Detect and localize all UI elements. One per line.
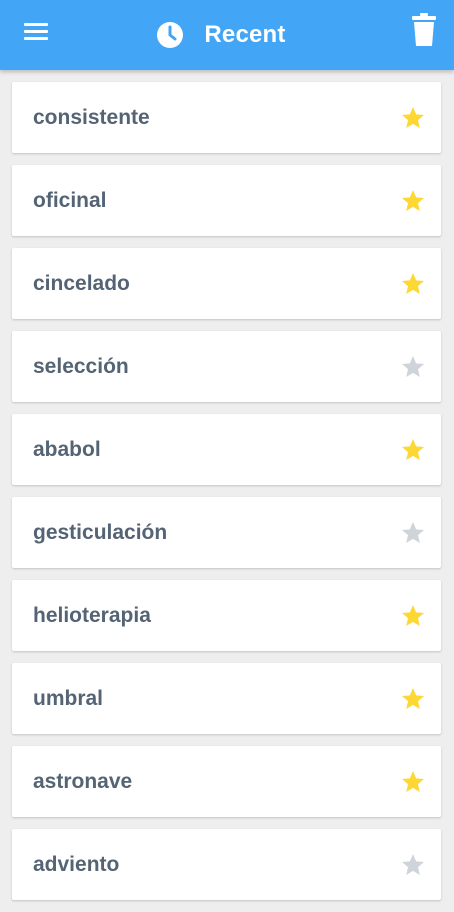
clock-icon <box>156 21 184 49</box>
list-item[interactable]: astronave <box>12 746 441 817</box>
list-item[interactable]: cincelado <box>12 248 441 319</box>
list-item[interactable]: ababol <box>12 414 441 485</box>
word-label: ababol <box>33 437 101 461</box>
star-empty-icon[interactable] <box>399 519 427 547</box>
app-bar: Recent <box>0 0 454 70</box>
word-label: consistente <box>33 105 150 129</box>
word-label: gesticulación <box>33 520 168 544</box>
word-label: umbral <box>33 686 104 710</box>
word-label: oficinal <box>33 188 107 212</box>
star-empty-icon[interactable] <box>399 353 427 381</box>
page-title: Recent <box>204 21 286 48</box>
hamburger-icon <box>23 21 49 46</box>
list-item[interactable]: gesticulación <box>12 497 441 568</box>
star-filled-icon[interactable] <box>399 768 427 796</box>
star-filled-icon[interactable] <box>399 187 427 215</box>
title-area: Recent <box>0 0 454 70</box>
word-label: adviento <box>33 852 120 876</box>
star-filled-icon[interactable] <box>399 436 427 464</box>
star-filled-icon[interactable] <box>399 104 427 132</box>
star-empty-icon[interactable] <box>399 851 427 879</box>
list-item[interactable]: adviento <box>12 829 441 900</box>
recent-words-list: consistente oficinal cincelado selección <box>12 82 441 912</box>
list-item[interactable]: umbral <box>12 663 441 734</box>
menu-button[interactable] <box>14 14 58 52</box>
star-filled-icon[interactable] <box>399 602 427 630</box>
list-item[interactable]: oficinal <box>12 165 441 236</box>
trash-icon <box>411 12 437 52</box>
list-item[interactable]: helioterapia <box>12 580 441 651</box>
word-label: helioterapia <box>33 603 151 627</box>
word-label: astronave <box>33 769 133 793</box>
star-filled-icon[interactable] <box>399 685 427 713</box>
list-item[interactable]: consistente <box>12 82 441 153</box>
star-filled-icon[interactable] <box>399 270 427 298</box>
clear-history-button[interactable] <box>408 12 440 52</box>
word-label: cincelado <box>33 271 130 295</box>
list-item[interactable]: selección <box>12 331 441 402</box>
word-label: selección <box>33 354 129 378</box>
